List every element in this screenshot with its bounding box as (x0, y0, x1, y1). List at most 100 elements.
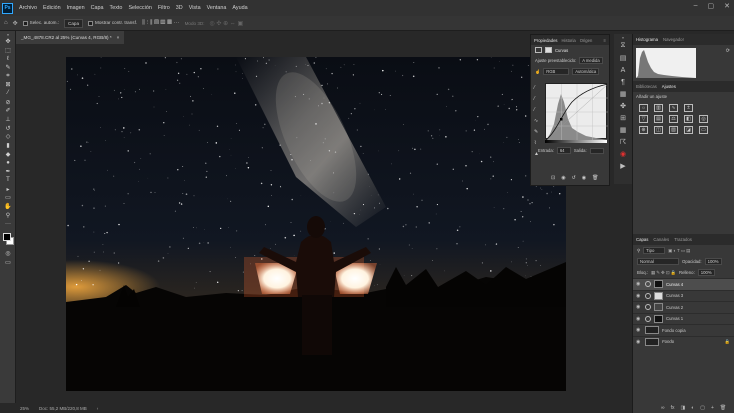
auto-select-checkbox[interactable] (22, 20, 28, 26)
tab-properties[interactable]: Propiedades (534, 38, 558, 43)
layer-mask-thumbnail[interactable] (654, 303, 663, 312)
threshold-icon[interactable]: ◪ (684, 126, 693, 134)
show-transform-checkbox[interactable] (88, 20, 94, 26)
vibrance-icon[interactable]: ▽ (639, 115, 648, 123)
menu-3d[interactable]: 3D (173, 5, 186, 11)
layer-mask-thumbnail[interactable] (654, 314, 663, 323)
swatches-panel-icon[interactable]: ▦ (614, 88, 632, 100)
layer-thumbnail[interactable] (645, 337, 659, 346)
tab-history[interactable]: Historia (562, 38, 576, 43)
auto-select-option[interactable]: Selec. autom.: (22, 20, 59, 26)
filter-icons[interactable]: ▣ ◐ T ▭ ▤ (668, 248, 690, 254)
paragraph-panel-icon[interactable]: ¶ (614, 76, 632, 88)
tab-navigator[interactable]: Navegador (663, 37, 684, 42)
visibility-eye-icon[interactable]: ◉ (636, 339, 642, 345)
curve-point-tool-icon[interactable]: ∿ (534, 118, 544, 124)
layer-thumbnail[interactable] (645, 326, 659, 335)
layer-name[interactable]: Curvas 3 (666, 293, 683, 298)
view-previous-icon[interactable]: ◉ (561, 175, 565, 181)
preset-dropdown[interactable]: A medida (579, 57, 603, 64)
menu-filtro[interactable]: Filtro (155, 5, 173, 11)
home-icon[interactable]: ⌂ (4, 20, 8, 26)
tab-layers[interactable]: Capas (636, 237, 648, 242)
dodge-tool-icon[interactable]: ● (0, 159, 16, 168)
hue-saturation-icon[interactable]: ▤ (654, 115, 663, 123)
black-point-eyedropper-icon[interactable]: ⁄ (534, 85, 544, 91)
clip-to-layer-icon[interactable]: ⊡ (551, 175, 555, 181)
reset-icon[interactable]: ↺ (572, 175, 576, 181)
actions-panel-icon[interactable]: ▦ (614, 124, 632, 136)
layer-row[interactable]: ◉ Curvas 3 (633, 289, 734, 302)
tab-histogram[interactable]: Histograma (636, 37, 658, 42)
layer-mask-thumbnail[interactable] (654, 291, 663, 300)
menu-capa[interactable]: Capa (88, 5, 107, 11)
maximize-button[interactable]: ▢ (708, 2, 715, 10)
menu-vista[interactable]: Vista (186, 5, 204, 11)
output-field[interactable] (589, 147, 604, 154)
cc-libraries-icon[interactable]: ◉ (614, 148, 632, 160)
channel-mixer-icon[interactable]: ⊕ (639, 126, 648, 134)
visibility-eye-icon[interactable]: ◉ (636, 293, 642, 299)
more-tools-icon[interactable]: ··· (0, 219, 16, 228)
zoom-level[interactable]: 25% (20, 406, 29, 411)
visibility-eye-icon[interactable]: ◉ (636, 281, 642, 287)
play-icon[interactable]: ▶ (614, 160, 632, 172)
milky-way-photo[interactable] (66, 57, 566, 391)
curves-icon[interactable]: ∿ (669, 104, 678, 112)
opacity-field[interactable]: 100% (704, 258, 722, 265)
layer-row[interactable]: ◉ Curvas 2 (633, 301, 734, 313)
clone-stamp-tool-icon[interactable]: ⊥ (0, 115, 16, 124)
status-arrow-icon[interactable]: › (97, 406, 99, 411)
menu-archivo[interactable]: Archivo (16, 5, 40, 11)
screen-mode-icon[interactable]: ▭ (0, 258, 16, 267)
new-group-icon[interactable]: ▢ (700, 405, 705, 411)
path-select-tool-icon[interactable]: ▸ (0, 185, 16, 194)
visibility-eye-icon[interactable]: ◉ (636, 316, 642, 322)
menu-ventana[interactable]: Ventana (204, 5, 230, 11)
panel-menu-icon[interactable]: ≡ (604, 38, 606, 43)
zoom-tool-icon[interactable]: ⚲ (0, 211, 16, 220)
layer-name[interactable]: Curvas 1 (666, 316, 683, 321)
layer-style-icon[interactable]: fx (671, 405, 675, 411)
blur-tool-icon[interactable]: ◆ (0, 150, 16, 159)
invert-icon[interactable]: ◫ (654, 126, 663, 134)
fill-field[interactable]: 100% (697, 269, 715, 276)
histogram-refresh-icon[interactable]: ⟳ (726, 48, 730, 54)
layer-name[interactable]: Fondo (662, 339, 674, 344)
brushes-panel-icon[interactable]: ✤ (614, 100, 632, 112)
properties-panel-icon[interactable]: ▤ (614, 52, 632, 64)
show-transform-option[interactable]: Mostrar contr. transf. (88, 20, 137, 26)
healing-brush-tool-icon[interactable]: ⊘ (0, 98, 16, 107)
styles-panel-icon[interactable]: ⊞ (614, 112, 632, 124)
brightness-contrast-icon[interactable]: ☼ (639, 104, 648, 112)
3d-mode-icons[interactable]: ◎ ✣ ⊕ ⇔ ▣ (209, 20, 243, 27)
document-tab[interactable]: _MG_4878.CR2 al 25% (Curvas 4, RGB/8) * … (16, 31, 125, 44)
layer-name[interactable]: Curvas 2 (666, 305, 683, 310)
menu-seleccion[interactable]: Selección (125, 5, 154, 11)
close-window-button[interactable]: ✕ (724, 2, 730, 10)
delete-icon[interactable]: 🗑 (592, 175, 598, 181)
quick-mask-icon[interactable]: ◎ (0, 249, 16, 258)
layer-mask-thumbnail[interactable] (654, 280, 663, 289)
menu-ayuda[interactable]: Ayuda (229, 5, 250, 11)
shape-tool-icon[interactable]: ▭ (0, 193, 16, 202)
move-tool-icon[interactable]: ✥ (0, 37, 16, 46)
layer-row[interactable]: ◉ Curvas 4 (633, 278, 734, 290)
menu-imagen[interactable]: Imagen (64, 5, 88, 11)
eyedropper-tool-icon[interactable]: ⁄ (0, 89, 16, 98)
layer-row[interactable]: ◉ Fondo 🔒 (633, 335, 734, 348)
lasso-tool-icon[interactable]: ℓ (0, 54, 16, 63)
color-swatches[interactable] (0, 231, 16, 249)
layer-row[interactable]: ◉ Curvas 1 (633, 312, 734, 325)
brush-tool-icon[interactable]: ✐ (0, 107, 16, 116)
levels-icon[interactable]: ▥ (654, 104, 663, 112)
visibility-eye-icon[interactable]: ◉ (636, 304, 642, 310)
hand-tool-icon[interactable]: ✋ (0, 202, 16, 211)
photo-filter-icon[interactable]: ◎ (699, 115, 708, 123)
pen-tool-icon[interactable]: ✒ (0, 167, 16, 176)
blend-mode-dropdown[interactable]: Normal (637, 258, 679, 265)
frame-tool-icon[interactable]: ⊠ (0, 80, 16, 89)
tab-channels[interactable]: Canales (653, 237, 669, 242)
menu-edicion[interactable]: Edición (40, 5, 64, 11)
tab-libraries[interactable]: Bibliotecas (636, 84, 657, 89)
